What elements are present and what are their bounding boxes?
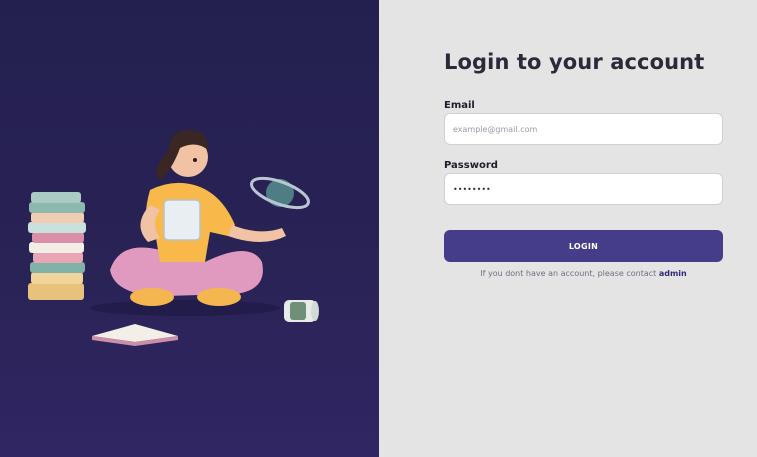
login-panel: Login to your account Email Password LOG…: [379, 0, 757, 457]
planet-icon: [250, 176, 310, 210]
login-button[interactable]: LOGIN: [444, 230, 723, 262]
coffee-cup-icon: [284, 300, 319, 322]
person-with-tablet-icon: [110, 129, 286, 306]
admin-link[interactable]: admin: [659, 269, 687, 278]
contact-admin-text: If you dont have an account, please cont…: [444, 269, 723, 278]
book-stack-icon: [28, 192, 86, 300]
open-book-icon: [92, 324, 178, 346]
hero-illustration: [28, 129, 319, 346]
password-field[interactable]: [444, 173, 723, 205]
hero-illustration-panel: [0, 0, 379, 457]
contact-text: If you dont have an account, please cont…: [480, 269, 657, 278]
email-field[interactable]: [444, 113, 723, 145]
password-label: Password: [444, 160, 498, 171]
page-title: Login to your account: [444, 50, 705, 74]
email-label: Email: [444, 100, 475, 111]
